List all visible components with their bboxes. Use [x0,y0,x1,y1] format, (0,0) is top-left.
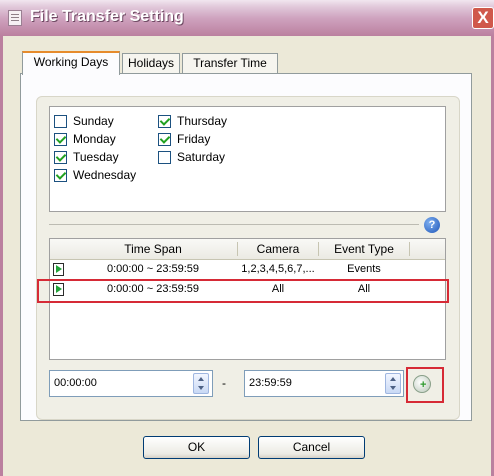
time-range-separator: - [222,376,226,390]
header-camera[interactable]: Camera [238,242,318,256]
checkbox-box[interactable] [158,115,171,128]
checkbox-box[interactable] [54,133,67,146]
highlight-box-add [406,367,444,403]
start-time-value: 00:00:00 [54,377,97,389]
checkbox-box[interactable] [54,151,67,164]
cell-time-span: 0:00:00 ~ 23:59:59 [106,263,200,275]
section-divider [49,224,419,225]
end-time-value: 23:59:59 [249,377,292,389]
checkbox-label: Tuesday [73,150,119,164]
tab-holidays[interactable]: Holidays [122,53,180,73]
header-event-type[interactable]: Event Type [319,242,409,256]
checkbox-label: Sunday [73,114,114,128]
table-header: Time Span Camera Event Type [50,239,445,260]
checkbox-box[interactable] [54,115,67,128]
checkbox-box[interactable] [158,133,171,146]
cell-event-type: Events [347,263,381,275]
window-title: File Transfer Setting [30,8,184,25]
cancel-button[interactable]: Cancel [258,436,365,459]
checkbox-label: Saturday [177,150,226,164]
highlight-box-row [37,279,449,303]
tab-transfer-time[interactable]: Transfer Time [182,53,278,73]
file-transfer-setting-window: File Transfer Setting X Working Days Hol… [0,0,494,476]
checkbox-label: Friday [177,132,211,146]
ok-button[interactable]: OK [143,436,250,459]
header-divider [409,242,410,256]
title-bar[interactable]: File Transfer Setting X [0,0,494,36]
checkbox-label: Wednesday [73,168,137,182]
checkbox-box[interactable] [158,151,171,164]
end-time-field[interactable]: 23:59:59 [244,370,404,397]
play-icon[interactable] [53,263,64,276]
help-icon[interactable]: ? [424,217,440,233]
checkbox-label: Thursday [177,114,228,128]
window-frame-left [0,36,3,476]
end-time-spinner[interactable] [385,373,401,394]
header-time-span[interactable]: Time Span [68,242,238,256]
app-icon [8,10,22,26]
cell-camera: 1,2,3,4,5,6,7,... [241,263,315,275]
checkbox-box[interactable] [54,169,67,182]
checkbox-label: Monday [73,132,116,146]
start-time-spinner[interactable] [193,373,209,394]
start-time-field[interactable]: 00:00:00 [49,370,213,397]
close-button[interactable]: X [472,7,494,29]
table-row[interactable]: 0:00:00 ~ 23:59:59 1,2,3,4,5,6,7,... Eve… [50,262,445,279]
tab-working-days[interactable]: Working Days [22,51,120,75]
